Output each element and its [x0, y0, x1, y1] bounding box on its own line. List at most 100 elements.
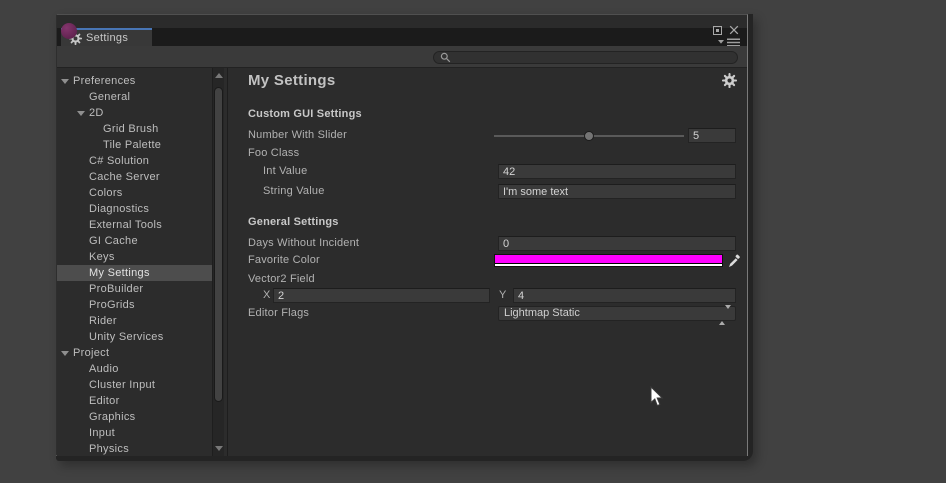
sidebar-item-audio[interactable]: Audio	[57, 361, 212, 377]
dropdown-arrows-icon	[719, 309, 731, 322]
row-vector2-xy: X Y	[228, 288, 747, 304]
sidebar-item-label: ProBuilder	[57, 281, 212, 297]
sidebar-item-tile-palette[interactable]: Tile Palette	[57, 137, 212, 153]
field-label: Favorite Color	[248, 254, 320, 266]
sidebar-item-general[interactable]: General	[57, 89, 212, 105]
slider[interactable]	[494, 128, 684, 144]
sidebar-item-label: Cluster Input	[57, 377, 212, 393]
sidebar-item-label: Tile Palette	[57, 137, 212, 153]
sidebar-item-physics[interactable]: Physics	[57, 441, 212, 456]
dropdown-selected-value: Lightmap Static	[504, 307, 580, 319]
scroll-up-icon[interactable]	[215, 73, 223, 78]
toolbar	[57, 46, 747, 68]
sidebar-item-label: Input	[57, 425, 212, 441]
purple-dot	[61, 23, 77, 39]
search-box[interactable]	[433, 51, 738, 64]
search-input[interactable]	[451, 52, 733, 63]
sidebar-item-label: Graphics	[57, 409, 212, 425]
foldout-triangle-icon[interactable]	[61, 351, 69, 356]
sidebar-item-label: Rider	[57, 313, 212, 329]
field-label: String Value	[263, 185, 325, 197]
sidebar-item-my-settings[interactable]: My Settings	[57, 265, 212, 281]
maximize-button[interactable]	[713, 26, 722, 35]
eyedropper-icon[interactable]	[727, 253, 741, 268]
section-header-custom-gui: Custom GUI Settings	[248, 108, 362, 120]
search-icon	[440, 52, 451, 63]
sidebar-item-label: General	[57, 89, 212, 105]
color-swatch[interactable]	[494, 254, 723, 267]
sidebar-item-label: Physics	[57, 441, 212, 456]
close-button[interactable]	[729, 25, 739, 35]
sidebar-item-label: Editor	[57, 393, 212, 409]
mouse-cursor-icon	[650, 386, 664, 412]
sidebar-item-label: C# Solution	[57, 153, 212, 169]
sidebar-item-rider[interactable]: Rider	[57, 313, 212, 329]
sidebar-item-unity-services[interactable]: Unity Services	[57, 329, 212, 345]
field-label: Editor Flags	[248, 307, 309, 319]
sidebar-item-keys[interactable]: Keys	[57, 249, 212, 265]
slider-value-field[interactable]	[688, 128, 736, 143]
sidebar-tree: Preferences General 2D Grid Brush Tile P…	[57, 68, 212, 456]
sidebar-item-label: Unity Services	[57, 329, 212, 345]
sidebar-item-label: Grid Brush	[57, 121, 212, 137]
field-label: Days Without Incident	[248, 237, 359, 249]
string-value-field[interactable]	[498, 184, 736, 199]
tab-title: Settings	[86, 32, 128, 44]
page-title: My Settings	[248, 72, 335, 89]
sidebar-item-label: Project	[57, 345, 212, 361]
days-without-incident-field[interactable]	[498, 236, 736, 251]
sidebar-item-label: Keys	[57, 249, 212, 265]
sidebar-item-colors[interactable]: Colors	[57, 185, 212, 201]
sidebar-item-cache-server[interactable]: Cache Server	[57, 169, 212, 185]
tab-well: Settings	[57, 28, 747, 46]
settings-window: Settings	[56, 14, 748, 456]
row-string-value: String Value	[228, 184, 747, 200]
sidebar-item-project[interactable]: Project	[57, 345, 212, 361]
sidebar-item-cluster-input[interactable]: Cluster Input	[57, 377, 212, 393]
sidebar-item-c-solution[interactable]: C# Solution	[57, 153, 212, 169]
sidebar-item-label: Audio	[57, 361, 212, 377]
sidebar-item-editor[interactable]: Editor	[57, 393, 212, 409]
sidebar-item-label: Colors	[57, 185, 212, 201]
editor-flags-dropdown[interactable]: Lightmap Static	[498, 306, 736, 321]
section-header-general: General Settings	[248, 216, 339, 228]
sidebar-item-input[interactable]: Input	[57, 425, 212, 441]
x-label: X	[263, 289, 270, 301]
sidebar-item-grid-brush[interactable]: Grid Brush	[57, 121, 212, 137]
int-value-field[interactable]	[498, 164, 736, 179]
sidebar-item-external-tools[interactable]: External Tools	[57, 217, 212, 233]
row-editor-flags: Editor Flags Lightmap Static	[228, 306, 747, 322]
scrollbar-thumb[interactable]	[214, 87, 223, 402]
sidebar-item-diagnostics[interactable]: Diagnostics	[57, 201, 212, 217]
sidebar-item-label: My Settings	[57, 265, 212, 281]
color-swatch-fill	[495, 255, 722, 263]
sidebar-item-preferences[interactable]: Preferences	[57, 73, 212, 89]
sidebar-item-2d[interactable]: 2D	[57, 105, 212, 121]
titlebar	[57, 15, 747, 28]
sidebar-item-progrids[interactable]: ProGrids	[57, 297, 212, 313]
foldout-triangle-icon[interactable]	[61, 79, 69, 84]
field-label: Int Value	[263, 165, 307, 177]
settings-gear-button[interactable]	[721, 72, 737, 88]
sidebar-item-label: Preferences	[57, 73, 212, 89]
sidebar-item-label: GI Cache	[57, 233, 212, 249]
slider-thumb[interactable]	[584, 131, 594, 141]
x-value-field[interactable]	[273, 288, 490, 303]
row-int-value: Int Value	[228, 164, 747, 180]
alpha-bar	[495, 264, 722, 266]
row-days-without-incident: Days Without Incident	[228, 236, 747, 252]
sidebar-item-label: External Tools	[57, 217, 212, 233]
foldout-triangle-icon[interactable]	[77, 111, 85, 116]
sidebar-item-graphics[interactable]: Graphics	[57, 409, 212, 425]
field-label: Number With Slider	[248, 129, 347, 141]
sidebar-item-gi-cache[interactable]: GI Cache	[57, 233, 212, 249]
vector2-field-label: Vector2 Field	[248, 273, 315, 285]
y-label: Y	[499, 289, 506, 301]
window-body: Preferences General 2D Grid Brush Tile P…	[57, 68, 747, 456]
y-value-field[interactable]	[513, 288, 736, 303]
row-favorite-color: Favorite Color	[228, 253, 747, 269]
main-panel: My Settings Custom GUI Set	[228, 68, 747, 456]
sidebar-scrollbar[interactable]	[212, 68, 224, 456]
scroll-down-icon[interactable]	[215, 446, 223, 451]
sidebar-item-probuilder[interactable]: ProBuilder	[57, 281, 212, 297]
